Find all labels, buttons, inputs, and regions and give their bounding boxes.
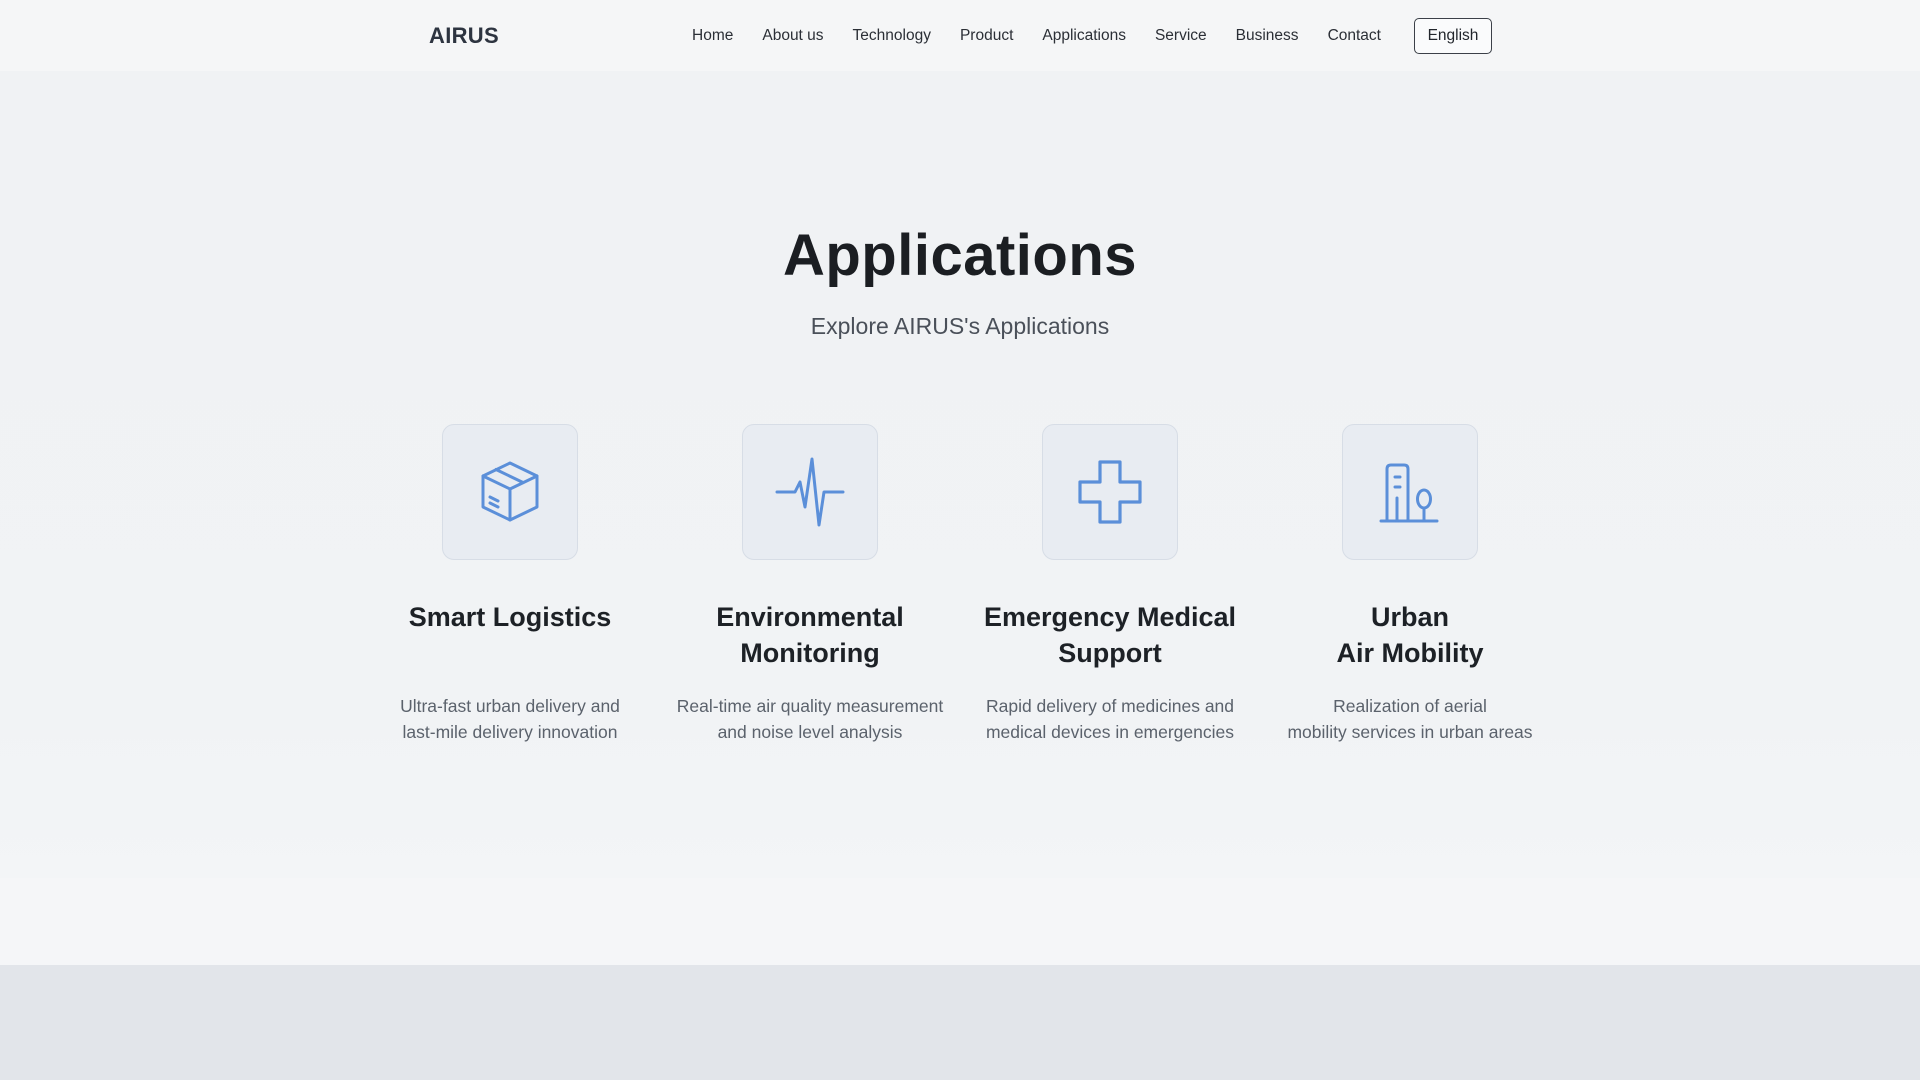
page-title: Applications (782, 223, 1138, 288)
card-desc-line: medical devices in emergencies (985, 722, 1235, 742)
card-title: Urban Air Mobility (1260, 599, 1560, 671)
card-desc-line: last-mile delivery innovation (402, 722, 618, 742)
card-title-line: Support (1058, 638, 1162, 668)
page: AIRUS Home About us Technology Product A… (0, 0, 1920, 1080)
card-title: Environmental Monitoring (660, 599, 960, 671)
top-navbar: AIRUS Home About us Technology Product A… (0, 0, 1920, 71)
package-box-icon (481, 461, 539, 522)
card-title: Emergency Medical Support (960, 599, 1260, 671)
page-subtitle: Explore AIRUS's Applications (810, 313, 1110, 339)
card-title-line: Monitoring (740, 638, 880, 668)
card-desc-line: Real-time air quality measurement (676, 696, 944, 716)
city-building-icon (1379, 463, 1439, 523)
card-title: Smart Logistics (360, 599, 660, 635)
card-title-line: Urban (1370, 602, 1449, 632)
card-desc-line: and noise level analysis (717, 722, 903, 742)
nav-applications[interactable]: Applications (1042, 27, 1126, 45)
language-button[interactable]: English (1414, 18, 1492, 54)
card-desc-line: Rapid delivery of medicines and (985, 696, 1235, 716)
nav-service[interactable]: Service (1155, 27, 1207, 45)
nav-home[interactable]: Home (692, 27, 733, 45)
card-title-line: Air Mobility (1336, 638, 1484, 668)
card-desc-line: Ultra-fast urban delivery and (400, 696, 620, 716)
application-cards: Smart Logistics Ultra-fast urban deliver… (0, 424, 1920, 764)
card-title-line: Environmental (716, 602, 904, 632)
applications-section: Applications Explore AIRUS's Application… (0, 71, 1920, 878)
card-description: Rapid delivery of medicines and medical … (940, 693, 1280, 745)
main-nav: Home About us Technology Product Applica… (692, 0, 1410, 71)
nav-about-us[interactable]: About us (762, 27, 823, 45)
nav-business[interactable]: Business (1236, 27, 1299, 45)
card-title-line: Smart Logistics (408, 602, 612, 632)
card-description: Ultra-fast urban delivery and last-mile … (340, 693, 680, 745)
nav-contact[interactable]: Contact (1328, 27, 1381, 45)
activity-pulse-icon (775, 457, 845, 527)
card-desc-line: Realization of aerial (1333, 696, 1487, 716)
site-logo[interactable]: AIRUS (429, 23, 499, 49)
card-title-line: Emergency Medical (983, 602, 1237, 632)
medical-cross-icon (1078, 460, 1142, 524)
card-icon-tile (742, 424, 878, 560)
card-description: Real-time air quality measurement and no… (640, 693, 980, 745)
footer-band (0, 965, 1920, 1080)
card-description: Realization of aerial mobility services … (1240, 693, 1580, 745)
card-icon-tile (1042, 424, 1178, 560)
nav-product[interactable]: Product (960, 27, 1013, 45)
card-desc-line: mobility services in urban areas (1287, 722, 1533, 742)
card-icon-tile (442, 424, 578, 560)
section-bottom-band (0, 878, 1920, 965)
card-icon-tile (1342, 424, 1478, 560)
nav-technology[interactable]: Technology (853, 27, 931, 45)
